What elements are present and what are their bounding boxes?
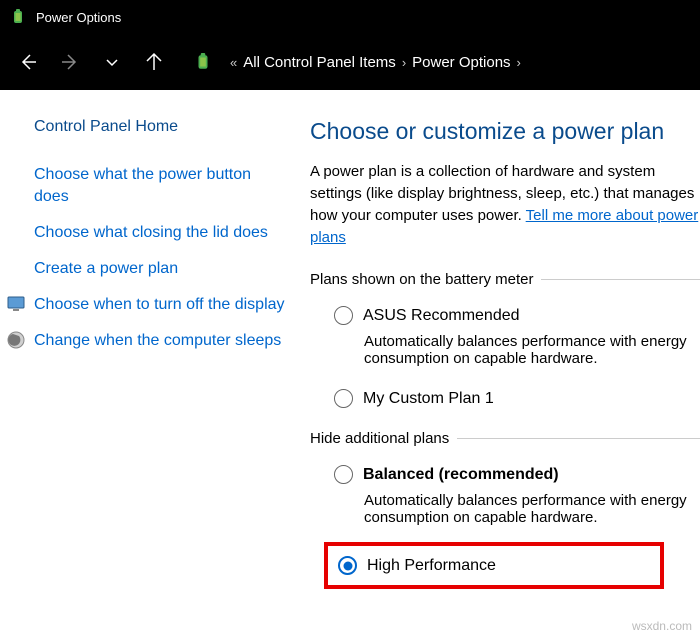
breadcrumb-item[interactable]: Power Options [412,54,510,71]
window-title: Power Options [36,10,121,25]
highlight-box: High Performance [324,542,664,589]
page-description: A power plan is a collection of hardware… [310,161,700,249]
content-area: Control Panel Home Choose what the power… [0,90,700,589]
battery-icon [8,7,28,27]
side-link-power-button[interactable]: Choose what the power button does [34,164,286,208]
plan-name[interactable]: High Performance [367,557,496,575]
side-link-sleep[interactable]: Change when the computer sleeps [34,330,281,352]
radio-high-performance[interactable] [338,556,357,575]
plan-desc: Automatically balances performance with … [364,492,700,526]
display-icon [6,294,28,316]
group-label-shown: Plans shown on the battery meter [310,271,700,288]
plan-name[interactable]: ASUS Recommended [363,307,520,325]
breadcrumb-item[interactable]: All Control Panel Items [243,54,396,71]
sleep-icon [6,330,28,352]
breadcrumb-ellipsis[interactable]: « [230,55,237,70]
chevron-right-icon[interactable]: › [517,55,521,70]
side-link-closing-lid[interactable]: Choose what closing the lid does [34,222,268,244]
chevron-right-icon[interactable]: › [402,55,406,70]
plan-desc: Automatically balances performance with … [364,333,700,367]
plan-name[interactable]: My Custom Plan 1 [363,390,494,408]
sidebar: Control Panel Home Choose what the power… [0,118,310,589]
plan-name[interactable]: Balanced (recommended) [363,466,559,484]
radio-asus[interactable] [334,306,353,325]
radio-custom[interactable] [334,389,353,408]
battery-icon [194,51,216,73]
plan-asus: ASUS Recommended Automatically balances … [334,306,700,367]
control-panel-home-link[interactable]: Control Panel Home [34,118,286,136]
recent-dropdown-button[interactable] [92,42,132,82]
radio-balanced[interactable] [334,465,353,484]
forward-button[interactable] [50,42,90,82]
titlebar: Power Options [0,0,700,34]
breadcrumb[interactable]: « All Control Panel Items › Power Option… [194,42,527,82]
plan-custom: My Custom Plan 1 [334,389,700,408]
navbar: « All Control Panel Items › Power Option… [0,34,700,90]
up-button[interactable] [134,42,174,82]
plan-balanced: Balanced (recommended) Automatically bal… [334,465,700,526]
group-label-hide[interactable]: Hide additional plans [310,430,700,447]
page-heading: Choose or customize a power plan [310,118,700,145]
main-panel: Choose or customize a power plan A power… [310,118,700,589]
side-link-turnoff-display[interactable]: Choose when to turn off the display [34,294,285,316]
side-link-create-plan[interactable]: Create a power plan [34,258,178,280]
watermark: wsxdn.com [632,619,692,633]
back-button[interactable] [8,42,48,82]
